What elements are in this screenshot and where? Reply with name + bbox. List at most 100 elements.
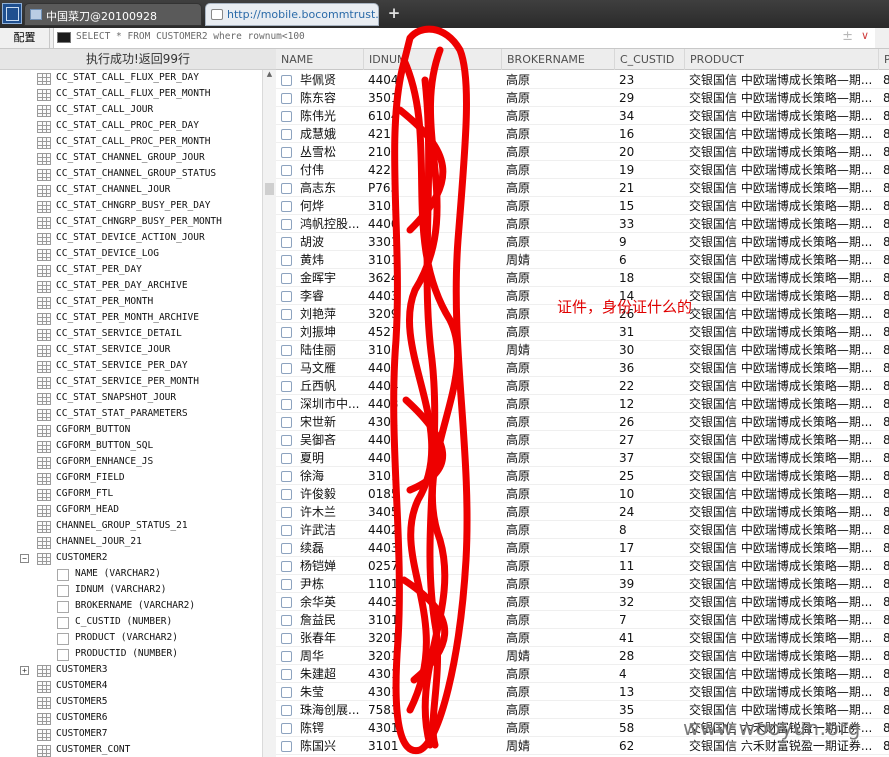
table-row[interactable]: 夏明 4403 高原 37 交银国信 中欧瑞博成长策略—期... 8	[276, 449, 889, 467]
chevron-down-icon[interactable]: ∨	[861, 29, 869, 42]
row-checkbox[interactable]	[281, 273, 292, 284]
tree-table-item[interactable]: CC_STAT_PER_DAY_ARCHIVE	[0, 279, 262, 295]
row-checkbox[interactable]	[281, 525, 292, 536]
table-row[interactable]: 张春年 3201 高原 41 交银国信 中欧瑞博成长策略—期... 8	[276, 629, 889, 647]
table-row[interactable]: 金晖宇 3624 高原 18 交银国信 中欧瑞博成长策略—期... 8	[276, 269, 889, 287]
row-checkbox[interactable]	[281, 291, 292, 302]
tree-column-item[interactable]: PRODUCT (VARCHAR2)	[0, 631, 262, 647]
row-checkbox[interactable]	[281, 183, 292, 194]
tree-table-item[interactable]: CHANNEL_JOUR_21	[0, 535, 262, 551]
tree-table-item[interactable]: CGFORM_ENHANCE_JS	[0, 455, 262, 471]
new-tab-button[interactable]: +	[385, 3, 403, 23]
tree-table-item[interactable]: CGFORM_BUTTON_SQL	[0, 439, 262, 455]
tree-table-item[interactable]: CUSTOMER5	[0, 695, 262, 711]
row-checkbox[interactable]	[281, 579, 292, 590]
config-button[interactable]: 配置	[0, 28, 50, 48]
table-row[interactable]: 毕佩贤 4404 高原 23 交银国信 中欧瑞博成长策略—期... 8	[276, 71, 889, 89]
row-checkbox[interactable]	[281, 507, 292, 518]
tree-table-item[interactable]: + CUSTOMER3	[0, 663, 262, 679]
scroll-up-arrow-icon[interactable]: ▲	[263, 70, 276, 82]
row-checkbox[interactable]	[281, 345, 292, 356]
row-checkbox[interactable]	[281, 651, 292, 662]
table-row[interactable]: 陆佳丽 3101 周婧 30 交银国信 中欧瑞博成长策略—期... 8	[276, 341, 889, 359]
column-header-product[interactable]: PRODUCT	[685, 49, 879, 70]
tree-table-item[interactable]: CC_STAT_PER_DAY	[0, 263, 262, 279]
table-row[interactable]: 余华英 4403 高原 32 交银国信 中欧瑞博成长策略—期... 8	[276, 593, 889, 611]
tree-table-item[interactable]: CC_STAT_CHANNEL_JOUR	[0, 183, 262, 199]
tree-table-item[interactable]: CC_STAT_CHNGRP_BUSY_PER_DAY	[0, 199, 262, 215]
app-window-icon[interactable]	[2, 3, 22, 24]
table-row[interactable]: 杨铠婵 0257 高原 11 交银国信 中欧瑞博成长策略—期... 8	[276, 557, 889, 575]
tree-table-item[interactable]: CC_STAT_CHANNEL_GROUP_STATUS	[0, 167, 262, 183]
table-row[interactable]: 周华 3201 周婧 28 交银国信 中欧瑞博成长策略—期... 8	[276, 647, 889, 665]
tree-table-item[interactable]: CHANNEL_GROUP_STATUS_21	[0, 519, 262, 535]
row-checkbox[interactable]	[281, 615, 292, 626]
column-header-name[interactable]: NAME	[276, 49, 364, 70]
plus-minus-icon[interactable]: ±	[842, 29, 853, 44]
tree-table-item[interactable]: CC_STAT_SERVICE_DETAIL	[0, 327, 262, 343]
collapse-icon[interactable]: −	[20, 554, 29, 563]
tree-table-item[interactable]: CC_STAT_CALL_PROC_PER_MONTH	[0, 135, 262, 151]
table-row[interactable]: 续磊 4403 高原 17 交银国信 中欧瑞博成长策略—期... 8	[276, 539, 889, 557]
row-checkbox[interactable]	[281, 453, 292, 464]
table-row[interactable]: 吴御吝 4405 高原 27 交银国信 中欧瑞博成长策略—期... 8	[276, 431, 889, 449]
row-checkbox[interactable]	[281, 327, 292, 338]
expand-icon[interactable]: +	[20, 666, 29, 675]
row-checkbox[interactable]	[281, 147, 292, 158]
tree-table-item[interactable]: CGFORM_BUTTON	[0, 423, 262, 439]
row-checkbox[interactable]	[281, 75, 292, 86]
tree-table-item[interactable]: CUSTOMER6	[0, 711, 262, 727]
column-header-productid[interactable]: P	[879, 49, 889, 70]
tree-table-item[interactable]: CC_STAT_SERVICE_PER_DAY	[0, 359, 262, 375]
tree-table-item[interactable]: CC_STAT_CHNGRP_BUSY_PER_MONTH	[0, 215, 262, 231]
tree-column-item[interactable]: BROKERNAME (VARCHAR2)	[0, 599, 262, 615]
row-checkbox[interactable]	[281, 381, 292, 392]
table-row[interactable]: 许俊毅 0185 高原 10 交银国信 中欧瑞博成长策略—期... 8	[276, 485, 889, 503]
table-row[interactable]: 刘振坤 4527 高原 31 交银国信 中欧瑞博成长策略—期... 8	[276, 323, 889, 341]
tree-column-item[interactable]: IDNUM (VARCHAR2)	[0, 583, 262, 599]
row-checkbox[interactable]	[281, 705, 292, 716]
row-checkbox[interactable]	[281, 165, 292, 176]
tree-table-item[interactable]: CC_STAT_SNAPSHOT_JOUR	[0, 391, 262, 407]
row-checkbox[interactable]	[281, 543, 292, 554]
table-row[interactable]: 丘西帆 4404 高原 22 交银国信 中欧瑞博成长策略—期... 8	[276, 377, 889, 395]
table-row[interactable]: 陈伟光 6104 高原 34 交银国信 中欧瑞博成长策略—期... 8	[276, 107, 889, 125]
tree-table-item[interactable]: CC_STAT_CHANNEL_GROUP_JOUR	[0, 151, 262, 167]
table-row[interactable]: 付伟 4227 高原 19 交银国信 中欧瑞博成长策略—期... 8	[276, 161, 889, 179]
table-row[interactable]: 成慧娥 4211 高原 16 交银国信 中欧瑞博成长策略—期... 8	[276, 125, 889, 143]
column-header-brokername[interactable]: BROKERNAME	[502, 49, 615, 70]
table-row[interactable]: 陈东容 3501 高原 29 交银国信 中欧瑞博成长策略—期... 8	[276, 89, 889, 107]
tree-table-item[interactable]: CC_STAT_SERVICE_JOUR	[0, 343, 262, 359]
tree-table-item[interactable]: CC_STAT_SERVICE_PER_MONTH	[0, 375, 262, 391]
table-row[interactable]: 黄炜 3101 周婧 6 交银国信 中欧瑞博成长策略—期... 8	[276, 251, 889, 269]
tree-table-item[interactable]: CGFORM_FTL	[0, 487, 262, 503]
row-checkbox[interactable]	[281, 561, 292, 572]
row-checkbox[interactable]	[281, 219, 292, 230]
table-row[interactable]: 何烨 3101 高原 15 交银国信 中欧瑞博成长策略—期... 8	[276, 197, 889, 215]
tree-table-item[interactable]: CC_STAT_PER_MONTH_ARCHIVE	[0, 311, 262, 327]
table-row[interactable]: 深圳市中... 4403 高原 12 交银国信 中欧瑞博成长策略—期... 8	[276, 395, 889, 413]
tree-column-item[interactable]: PRODUCTID (NUMBER)	[0, 647, 262, 663]
tree-table-item[interactable]: CC_STAT_CALL_FLUX_PER_DAY	[0, 71, 262, 87]
tree-table-item[interactable]: − CUSTOMER2	[0, 551, 262, 567]
table-row[interactable]: 许木兰 3405 高原 24 交银国信 中欧瑞博成长策略—期... 8	[276, 503, 889, 521]
table-row[interactable]: 尹栋 1101 高原 39 交银国信 中欧瑞博成长策略—期... 8	[276, 575, 889, 593]
tree-scrollbar[interactable]: ▲	[262, 70, 276, 757]
row-checkbox[interactable]	[281, 309, 292, 320]
row-checkbox[interactable]	[281, 255, 292, 266]
tree-table-item[interactable]: CC_STAT_CALL_FLUX_PER_MONTH	[0, 87, 262, 103]
row-checkbox[interactable]	[281, 399, 292, 410]
tree-table-item[interactable]: CC_STAT_CALL_JOUR	[0, 103, 262, 119]
tree-table-item[interactable]: CUSTOMER7	[0, 727, 262, 743]
table-row[interactable]: 高志东 P763 高原 21 交银国信 中欧瑞博成长策略—期... 8	[276, 179, 889, 197]
tree-table-item[interactable]: CC_STAT_DEVICE_ACTION_JOUR	[0, 231, 262, 247]
row-checkbox[interactable]	[281, 741, 292, 752]
row-checkbox[interactable]	[281, 435, 292, 446]
tree-table-item[interactable]: CC_STAT_CALL_PROC_PER_DAY	[0, 119, 262, 135]
table-row[interactable]: 朱莹 4301 高原 13 交银国信 中欧瑞博成长策略—期... 8	[276, 683, 889, 701]
sql-query-field[interactable]: SELECT * FROM CUSTOMER2 where rownum<100…	[53, 28, 875, 48]
scrollbar-thumb[interactable]	[265, 183, 274, 195]
row-checkbox[interactable]	[281, 363, 292, 374]
row-checkbox[interactable]	[281, 237, 292, 248]
tree-table-item[interactable]: CGFORM_HEAD	[0, 503, 262, 519]
